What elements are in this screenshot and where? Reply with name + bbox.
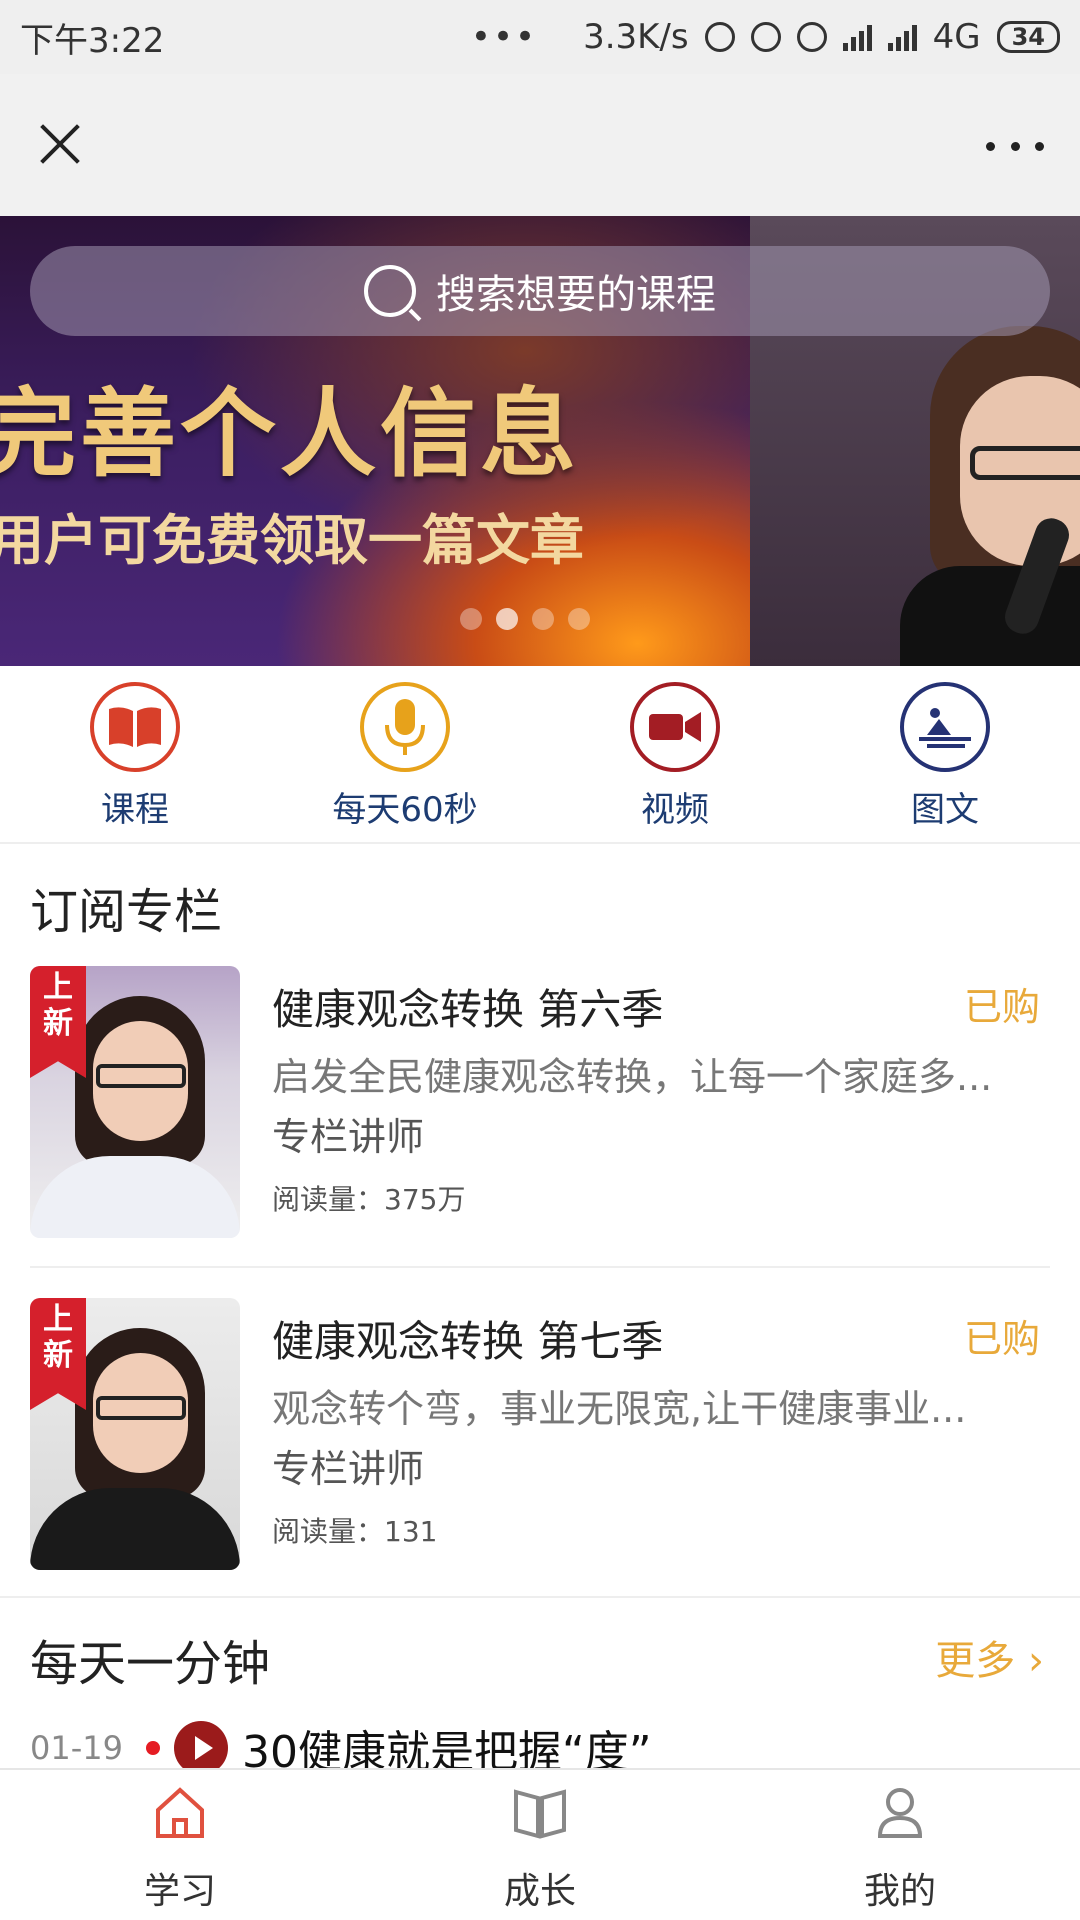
column-reads: 阅读量：375万 xyxy=(272,1183,466,1216)
signal-icon xyxy=(842,23,872,51)
menu-item-course[interactable]: 课程 xyxy=(0,666,270,842)
menu-item-video[interactable]: 视频 xyxy=(540,666,810,842)
banner-headline: 完善个人信息 xyxy=(0,378,580,490)
tab-label-mine: 我的 xyxy=(863,1871,936,1912)
status-bar: 下午3:22 ••• 3.3K/s 4G 34 xyxy=(0,0,1080,74)
chevron-right-icon: › xyxy=(1028,1638,1044,1684)
play-icon[interactable] xyxy=(174,1721,228,1775)
menu-label-daily60: 每天60秒 xyxy=(332,790,478,830)
alarm-icon xyxy=(796,22,827,52)
tab-label-growth: 成长 xyxy=(503,1871,576,1912)
close-button[interactable] xyxy=(30,114,90,174)
link-icon xyxy=(704,22,735,52)
menu-label-imagetext: 图文 xyxy=(911,790,979,830)
network-speed: 3.3K/s xyxy=(583,17,689,57)
open-book-icon xyxy=(510,1784,570,1844)
new-badge: 上新 xyxy=(30,1298,86,1410)
column-thumbnail: 上新 xyxy=(30,1298,240,1570)
category-menu: 课程 每天60秒 视频 图文 xyxy=(0,666,1080,844)
banner-subline: 用户可免费领取一篇文章 xyxy=(0,509,584,572)
tab-label-study: 学习 xyxy=(143,1871,216,1912)
column-description: 观念转个弯，事业无限宽,让干健康事业... xyxy=(272,1387,967,1431)
column-thumbnail: 上新 xyxy=(30,966,240,1238)
status-time: 下午3:22 xyxy=(20,20,165,61)
column-title: 健康观念转换 第六季 xyxy=(272,985,664,1034)
section-divider xyxy=(0,1596,1080,1598)
purchased-badge: 已购 xyxy=(963,1317,1040,1361)
menu-label-course: 课程 xyxy=(101,790,169,830)
column-reads: 阅读量：131 xyxy=(272,1515,438,1548)
status-dots: ••• xyxy=(470,17,538,57)
column-card[interactable]: 上新 健康观念转换 第六季 已购 启发全民健康观念转换，让每一个家庭多... 专… xyxy=(30,966,1050,1238)
more-label: 更多 xyxy=(935,1638,1016,1684)
column-title: 健康观念转换 第七季 xyxy=(272,1317,664,1366)
subscription-title: 订阅专栏 xyxy=(30,884,223,940)
more-options-button[interactable] xyxy=(980,118,1050,174)
mute-icon xyxy=(750,22,781,52)
tab-mine[interactable]: 我的 xyxy=(720,1770,1080,1920)
purchased-badge: 已购 xyxy=(963,985,1040,1029)
home-icon xyxy=(150,1784,210,1844)
video-camera-icon xyxy=(630,682,720,772)
user-icon xyxy=(870,1784,930,1844)
column-card[interactable]: 上新 健康观念转换 第七季 已购 观念转个弯，事业无限宽,让干健康事业... 专… xyxy=(30,1298,1050,1570)
tab-study[interactable]: 学习 xyxy=(0,1770,360,1920)
signal-hd-icon xyxy=(887,23,917,51)
column-description: 启发全民健康观念转换，让每一个家庭多... xyxy=(272,1055,993,1099)
timeline-dot xyxy=(146,1741,160,1755)
column-author: 专栏讲师 xyxy=(272,1447,425,1491)
search-icon xyxy=(364,265,416,317)
image-text-icon xyxy=(900,682,990,772)
column-author: 专栏讲师 xyxy=(272,1115,425,1159)
menu-item-imagetext[interactable]: 图文 xyxy=(810,666,1080,842)
daily-section-title: 每天一分钟 xyxy=(30,1636,271,1692)
new-badge: 上新 xyxy=(30,966,86,1078)
search-placeholder: 搜索想要的课程 xyxy=(436,272,716,318)
tab-growth[interactable]: 成长 xyxy=(360,1770,720,1920)
microphone-icon xyxy=(360,682,450,772)
more-link[interactable]: 更多 › xyxy=(935,1628,1044,1686)
daily-date: 01-19 xyxy=(30,1729,123,1767)
bottom-tab-bar: 学习 成长 我的 xyxy=(0,1768,1080,1920)
nav-bar xyxy=(0,74,1080,216)
network-type: 4G xyxy=(932,17,981,57)
carousel-dots xyxy=(460,608,590,630)
search-bar[interactable]: 搜索想要的课程 xyxy=(30,246,1050,336)
menu-item-daily60[interactable]: 每天60秒 xyxy=(270,666,540,842)
speaker-photo xyxy=(820,326,1080,666)
menu-label-video: 视频 xyxy=(641,790,709,830)
battery-indicator: 34 xyxy=(996,21,1060,53)
book-icon xyxy=(90,682,180,772)
card-divider xyxy=(30,1266,1050,1268)
